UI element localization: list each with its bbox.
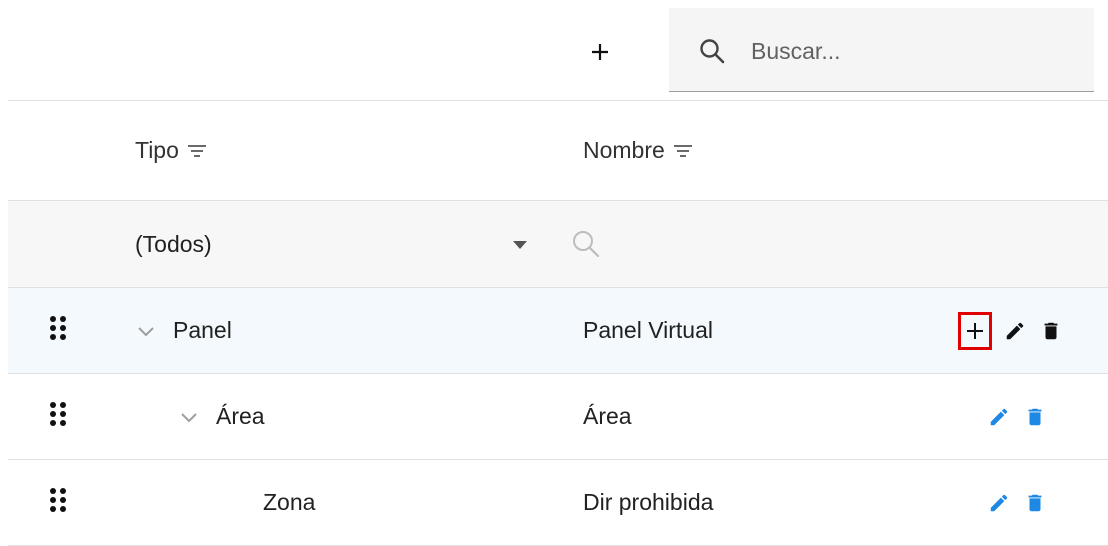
add-button[interactable] xyxy=(582,34,618,70)
trash-icon xyxy=(1028,494,1042,511)
trash-icon xyxy=(1044,322,1058,339)
trash-icon xyxy=(1028,408,1042,425)
sort-icon[interactable] xyxy=(187,144,207,158)
tipo-cell: Zona xyxy=(263,460,315,545)
tipo-value: Área xyxy=(216,403,265,429)
tipo-value: Zona xyxy=(263,489,316,515)
toolbar xyxy=(0,0,1108,100)
pencil-icon xyxy=(990,408,1008,425)
tipo-value: Panel xyxy=(173,317,232,343)
drag-handle-icon[interactable] xyxy=(46,314,70,342)
pencil-icon xyxy=(990,494,1008,511)
tree-grid: Tipo Nombre (Todos) Panel Panel Virtual … xyxy=(8,100,1108,546)
delete-button[interactable] xyxy=(1020,486,1050,520)
chevron-down-icon[interactable] xyxy=(137,325,155,337)
dropdown-arrow-icon[interactable] xyxy=(513,241,527,249)
table-row[interactable]: Panel Panel Virtual xyxy=(8,287,1108,373)
add-child-button[interactable] xyxy=(958,311,992,350)
search-box[interactable] xyxy=(669,8,1094,92)
edit-button[interactable] xyxy=(984,400,1014,434)
edit-button[interactable] xyxy=(984,486,1014,520)
nombre-value: Panel Virtual xyxy=(583,317,713,343)
column-header-tipo[interactable]: Tipo xyxy=(135,101,207,200)
row-actions xyxy=(984,374,1050,459)
drag-handle-icon[interactable] xyxy=(46,400,70,428)
sort-icon[interactable] xyxy=(673,144,693,158)
table-row[interactable]: Área Área xyxy=(8,373,1108,459)
delete-button[interactable] xyxy=(1020,400,1050,434)
search-icon xyxy=(699,38,725,64)
tipo-filter-select[interactable]: (Todos) xyxy=(135,201,555,287)
row-actions xyxy=(984,460,1050,545)
plus-icon xyxy=(967,322,983,339)
search-input[interactable] xyxy=(751,36,1071,66)
column-header-label: Tipo xyxy=(135,137,179,163)
nombre-filter-search-icon[interactable] xyxy=(571,229,601,259)
nombre-value: Área xyxy=(583,403,632,429)
filter-row: (Todos) xyxy=(8,200,1108,287)
delete-button[interactable] xyxy=(1036,314,1066,348)
nombre-cell: Dir prohibida xyxy=(583,460,713,545)
nombre-value: Dir prohibida xyxy=(583,489,714,515)
grid-header: Tipo Nombre xyxy=(8,100,1108,200)
pencil-icon xyxy=(1006,322,1024,339)
edit-button[interactable] xyxy=(1000,314,1030,348)
tipo-cell: Panel xyxy=(137,288,232,373)
drag-handle-icon[interactable] xyxy=(46,486,70,514)
tipo-cell: Área xyxy=(180,374,265,459)
tipo-filter-value: (Todos) xyxy=(135,230,212,257)
nombre-cell: Área xyxy=(583,374,632,459)
column-header-label: Nombre xyxy=(583,137,665,163)
nombre-cell: Panel Virtual xyxy=(583,288,713,373)
chevron-down-icon[interactable] xyxy=(180,411,198,423)
table-row[interactable]: Zona Dir prohibida xyxy=(8,459,1108,546)
plus-icon xyxy=(592,44,608,60)
column-header-nombre[interactable]: Nombre xyxy=(583,101,693,200)
row-actions xyxy=(958,288,1066,373)
